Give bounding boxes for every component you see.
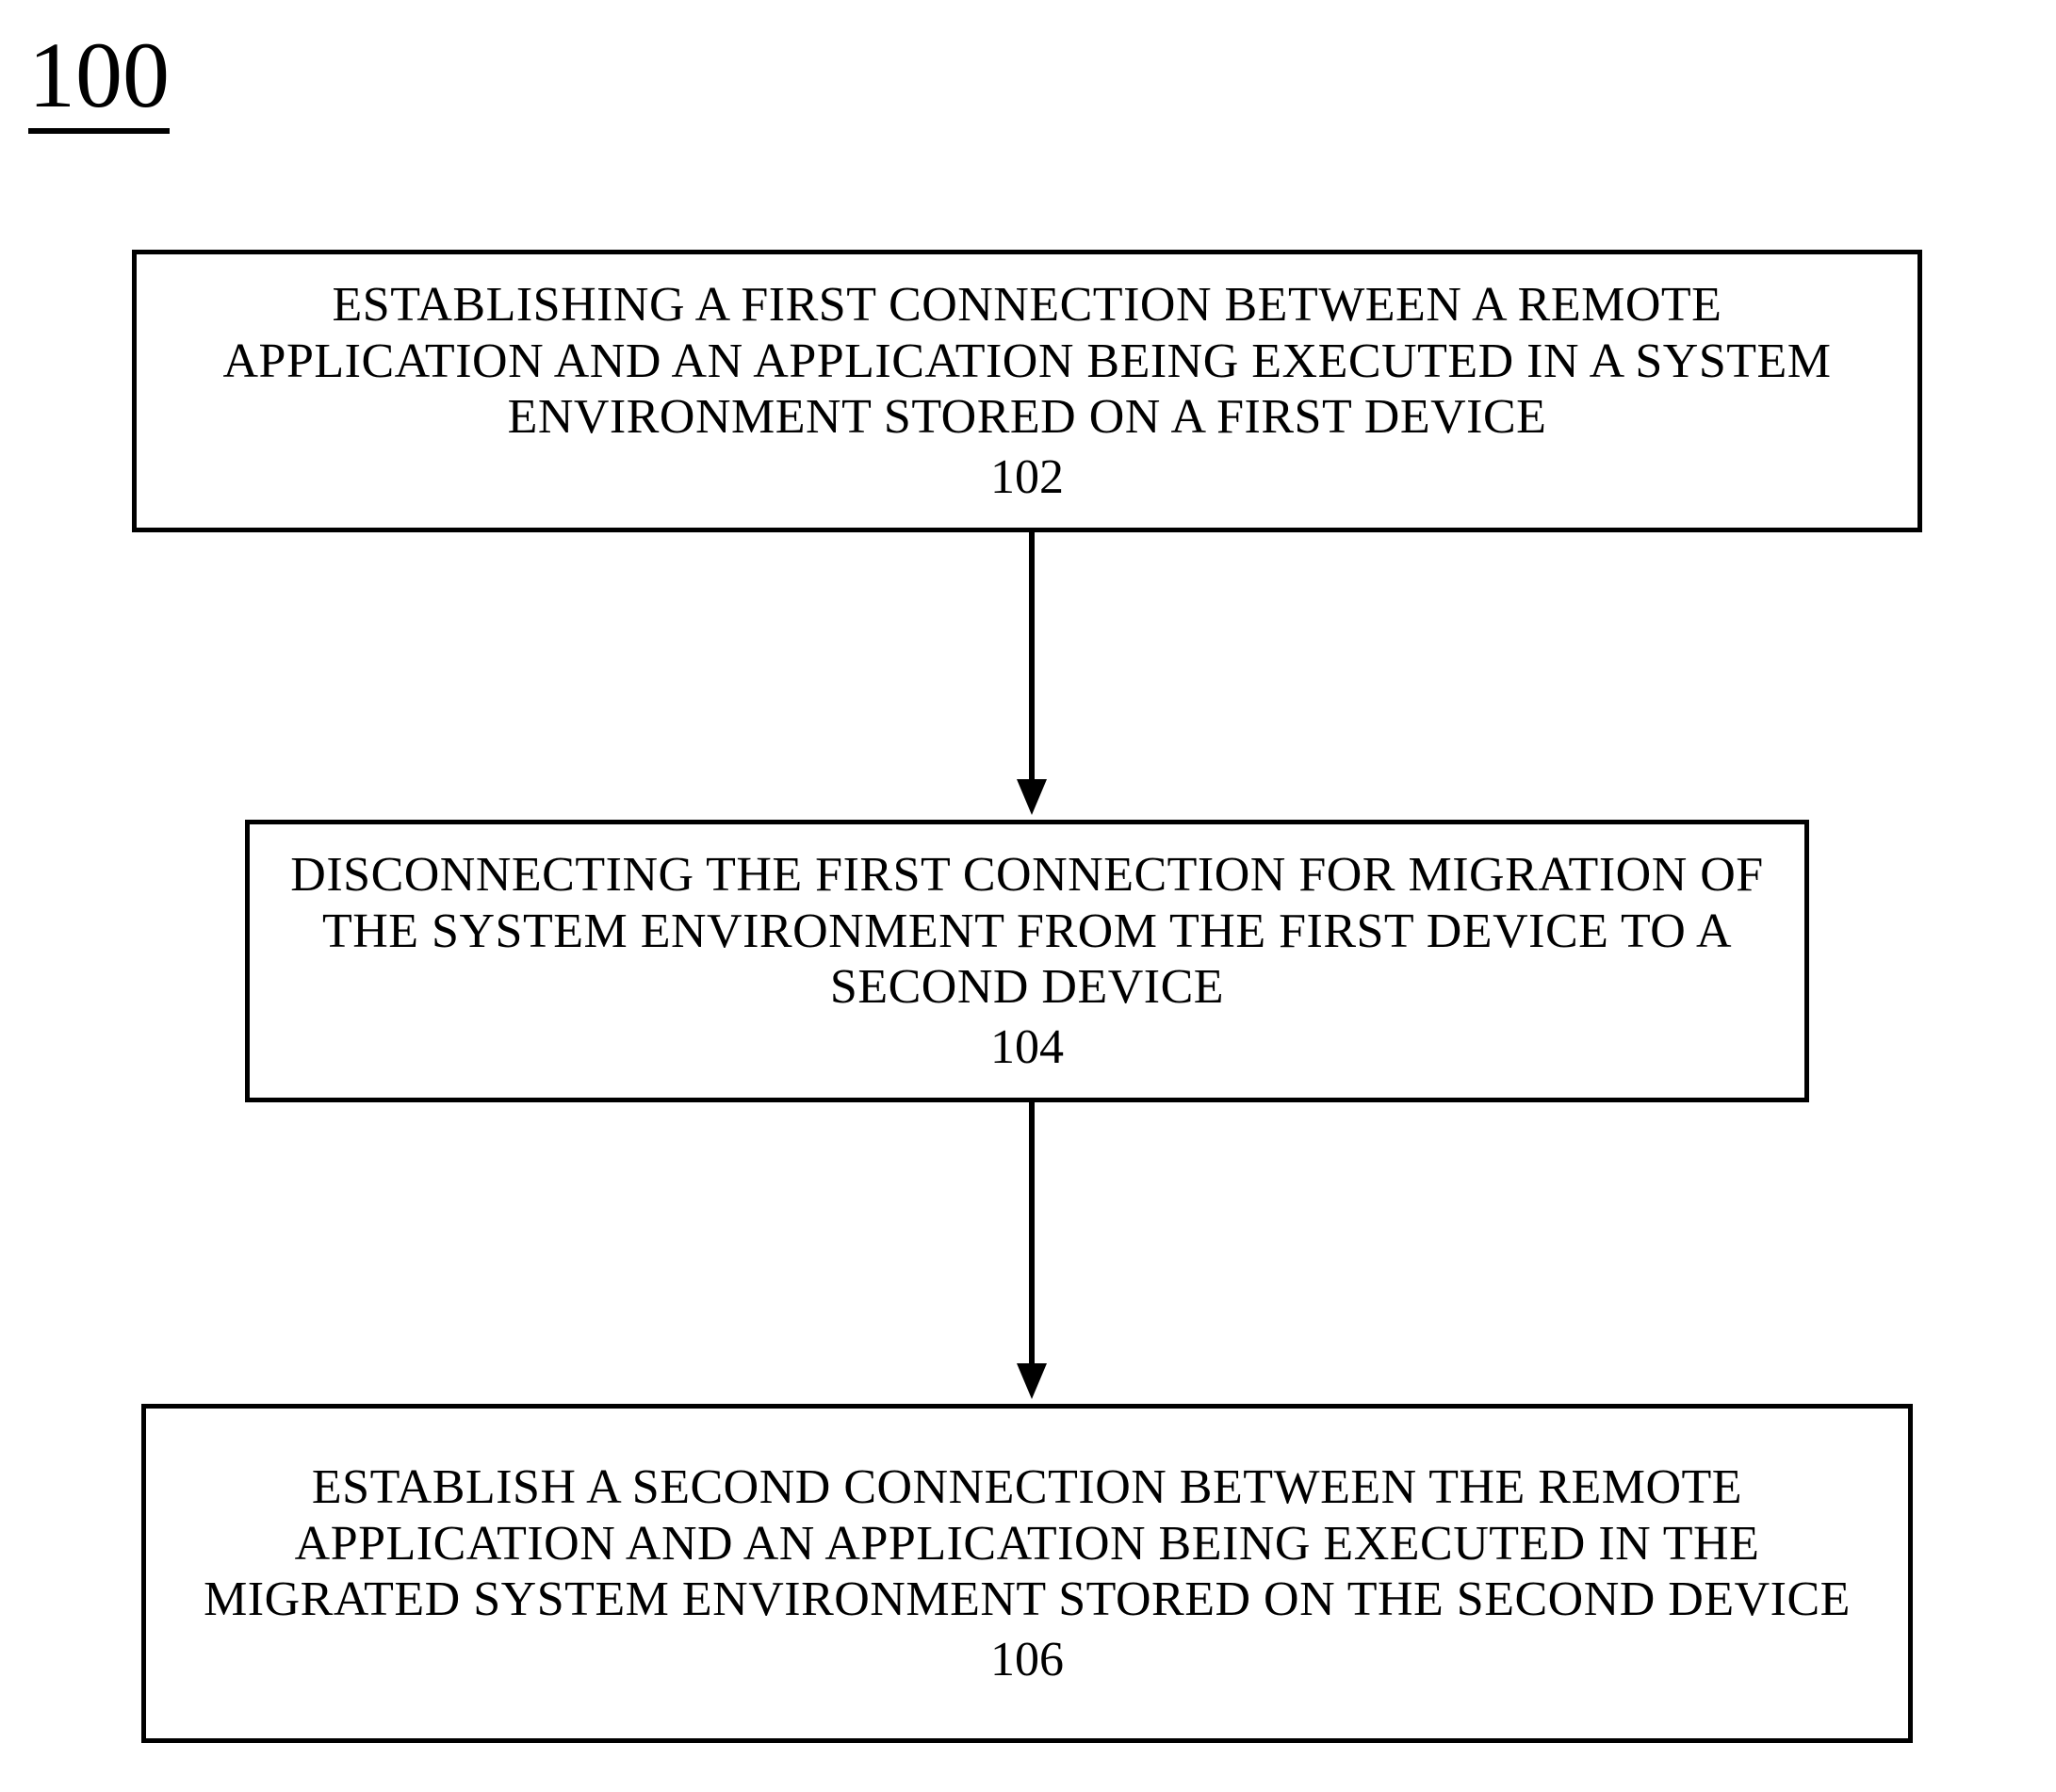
flow-arrow-1 xyxy=(1013,532,1051,820)
flow-step-text: DISCONNECTING THE FIRST CONNECTION FOR M… xyxy=(287,847,1767,1016)
flow-step-ref: 106 xyxy=(990,1632,1064,1687)
flow-step-104: DISCONNECTING THE FIRST CONNECTION FOR M… xyxy=(245,820,1809,1102)
flowchart-canvas: 100 ESTABLISHING A FIRST CONNECTION BETW… xyxy=(0,0,2056,1792)
flow-step-ref: 104 xyxy=(990,1019,1064,1075)
figure-number: 100 xyxy=(28,28,170,134)
flow-step-102: ESTABLISHING A FIRST CONNECTION BETWEEN … xyxy=(132,250,1922,532)
flow-step-text: ESTABLISHING A FIRST CONNECTION BETWEEN … xyxy=(174,277,1880,446)
flow-step-text: ESTABLISH A SECOND CONNECTION BETWEEN TH… xyxy=(184,1459,1870,1628)
flow-step-ref: 102 xyxy=(990,449,1064,505)
flow-step-106: ESTABLISH A SECOND CONNECTION BETWEEN TH… xyxy=(141,1404,1913,1743)
flow-arrow-2 xyxy=(1013,1102,1051,1404)
